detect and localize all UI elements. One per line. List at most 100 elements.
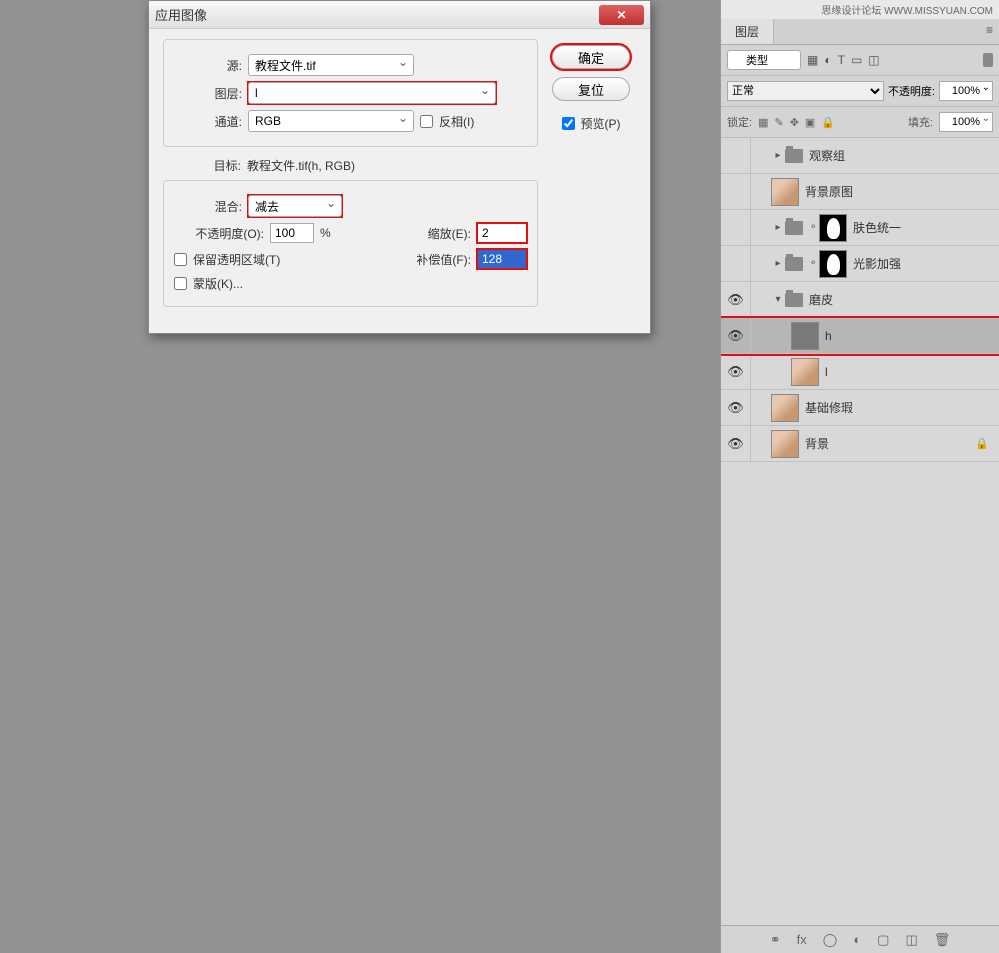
layer-thumb[interactable] [791,358,819,386]
opacity-label: 不透明度(O): [174,225,264,242]
watermark: 思缘设计论坛 WWW.MISSYUAN.COM [721,0,999,19]
preview-label: 预览(P) [581,115,621,132]
source-select[interactable] [248,54,414,76]
twisty-icon[interactable]: ▸ [771,258,785,269]
apply-image-dialog: 应用图像 ✕ 源: 图层: 通道: 反相(I) [148,0,651,334]
filter-type-select[interactable] [727,50,801,70]
preserve-label: 保留透明区域(T) [193,251,280,268]
opacity-label: 不透明度: [888,83,935,99]
channel-select[interactable] [248,110,414,132]
blend-mode-select[interactable]: 正常 [727,81,884,101]
visibility-toggle[interactable]: 👁 [721,426,751,461]
filter-shape-icon[interactable]: ▭ [851,53,862,67]
channel-label: 通道: [174,113,242,130]
layer-name: 肤色统一 [853,219,901,236]
folder-icon [785,257,803,271]
mask-checkbox[interactable] [174,277,187,290]
target-value: 教程文件.tif(h, RGB) [247,157,355,174]
lock-artboard-icon[interactable]: ▣ [805,116,815,129]
filter-image-icon[interactable]: ▦ [807,53,818,67]
layer-item[interactable]: ▸ ⚬ 肤色统一 [721,210,999,246]
layer-name: l [825,365,828,379]
mask-thumb[interactable] [819,250,847,278]
adjustment-icon[interactable]: ◐ [853,932,861,947]
layer-item[interactable]: ▸ 观察组 [721,138,999,174]
layer-item[interactable]: 👁 ▾ 磨皮 [721,282,999,318]
dialog-title: 应用图像 [155,5,599,24]
preview-checkbox[interactable] [562,117,575,130]
visibility-toggle[interactable]: 👁 [721,282,751,317]
folder-icon [785,221,803,235]
lock-label: 锁定: [727,114,752,130]
delete-icon[interactable]: 🗑 [934,932,951,948]
target-label: 目标: [173,157,241,174]
layer-thumb[interactable] [771,394,799,422]
blending-label: 混合: [174,198,242,215]
link-icon: ⚬ [809,222,819,233]
layer-thumb[interactable] [771,178,799,206]
filter-adjust-icon[interactable]: ◐ [824,53,831,67]
fill-label: 填充: [908,114,933,130]
opacity-suffix: % [320,226,331,240]
layer-item[interactable]: 背景原图 [721,174,999,210]
twisty-icon[interactable]: ▾ [771,294,785,305]
mask-thumb[interactable] [819,214,847,242]
opacity-input[interactable] [270,223,314,243]
layer-name: 基础修瑕 [805,399,853,416]
blending-fieldset: 混合: 不透明度(O): % 缩放(E): 保留透明区域(T) 补偿值(F): [163,180,538,307]
fill-input[interactable] [939,112,993,132]
mask-label: 蒙版(K)... [193,275,243,292]
layer-name: 磨皮 [809,291,833,308]
visibility-toggle[interactable] [721,174,751,209]
layer-thumb[interactable] [791,322,819,350]
layer-item[interactable]: 👁 基础修瑕 [721,390,999,426]
visibility-toggle[interactable]: 👁 [721,390,751,425]
layers-tab[interactable]: 图层 [721,19,774,44]
ok-button[interactable]: 确定 [552,45,630,69]
layer-item[interactable]: 👁背景🔒 [721,426,999,462]
link-layers-icon[interactable]: ⚭ [770,932,781,948]
dialog-titlebar[interactable]: 应用图像 ✕ [149,1,650,29]
blending-select[interactable] [248,195,342,217]
preserve-checkbox[interactable] [174,253,187,266]
layer-opacity-input[interactable] [939,81,993,101]
filter-smart-icon[interactable]: ◫ [868,53,879,67]
source-label: 源: [174,57,242,74]
group-icon[interactable]: ▢ [877,932,889,948]
twisty-icon[interactable]: ▸ [771,150,785,161]
filter-toolbar: ▦ ◐ T ▭ ◫ [721,45,999,76]
twisty-icon[interactable]: ▸ [771,222,785,233]
fx-icon[interactable]: fx [797,932,807,947]
layers-panel: 思缘设计论坛 WWW.MISSYUAN.COM 图层 ≡ ▦ ◐ T ▭ ◫ 正… [720,0,999,953]
offset-input[interactable] [477,249,527,269]
visibility-toggle[interactable]: 👁 [721,354,751,389]
lock-position-icon[interactable]: ✥ [790,116,799,129]
layer-item[interactable]: 👁h [721,318,999,354]
lock-brush-icon[interactable]: ✎ [774,116,783,129]
reset-button[interactable]: 复位 [552,77,630,101]
invert-checkbox[interactable] [420,115,433,128]
close-icon: ✕ [616,8,626,22]
layer-item[interactable]: ▸⚬光影加强 [721,246,999,282]
visibility-toggle[interactable] [721,210,751,245]
visibility-toggle[interactable] [721,138,751,173]
filter-toggle[interactable] [983,53,993,67]
scale-input[interactable] [477,223,527,243]
close-button[interactable]: ✕ [599,5,644,25]
layer-name: 观察组 [809,147,845,164]
visibility-toggle[interactable] [721,246,751,281]
visibility-toggle[interactable]: 👁 [721,318,751,353]
mask-icon[interactable]: ◯ [823,932,838,948]
new-layer-icon[interactable]: ◫ [905,932,917,948]
layer-item[interactable]: 👁l [721,354,999,390]
panel-menu-icon[interactable]: ≡ [980,19,999,44]
layer-select[interactable] [248,82,496,104]
layer-name: h [825,329,832,343]
lock-icon: 🔒 [975,437,989,450]
layer-name: 光影加强 [853,255,901,272]
lock-pixels-icon[interactable]: ▦ [758,116,768,129]
lock-all-icon[interactable]: 🔒 [821,116,835,129]
filter-type-icon[interactable]: T [838,53,845,67]
layer-label: 图层: [174,85,242,102]
layer-thumb[interactable] [771,430,799,458]
